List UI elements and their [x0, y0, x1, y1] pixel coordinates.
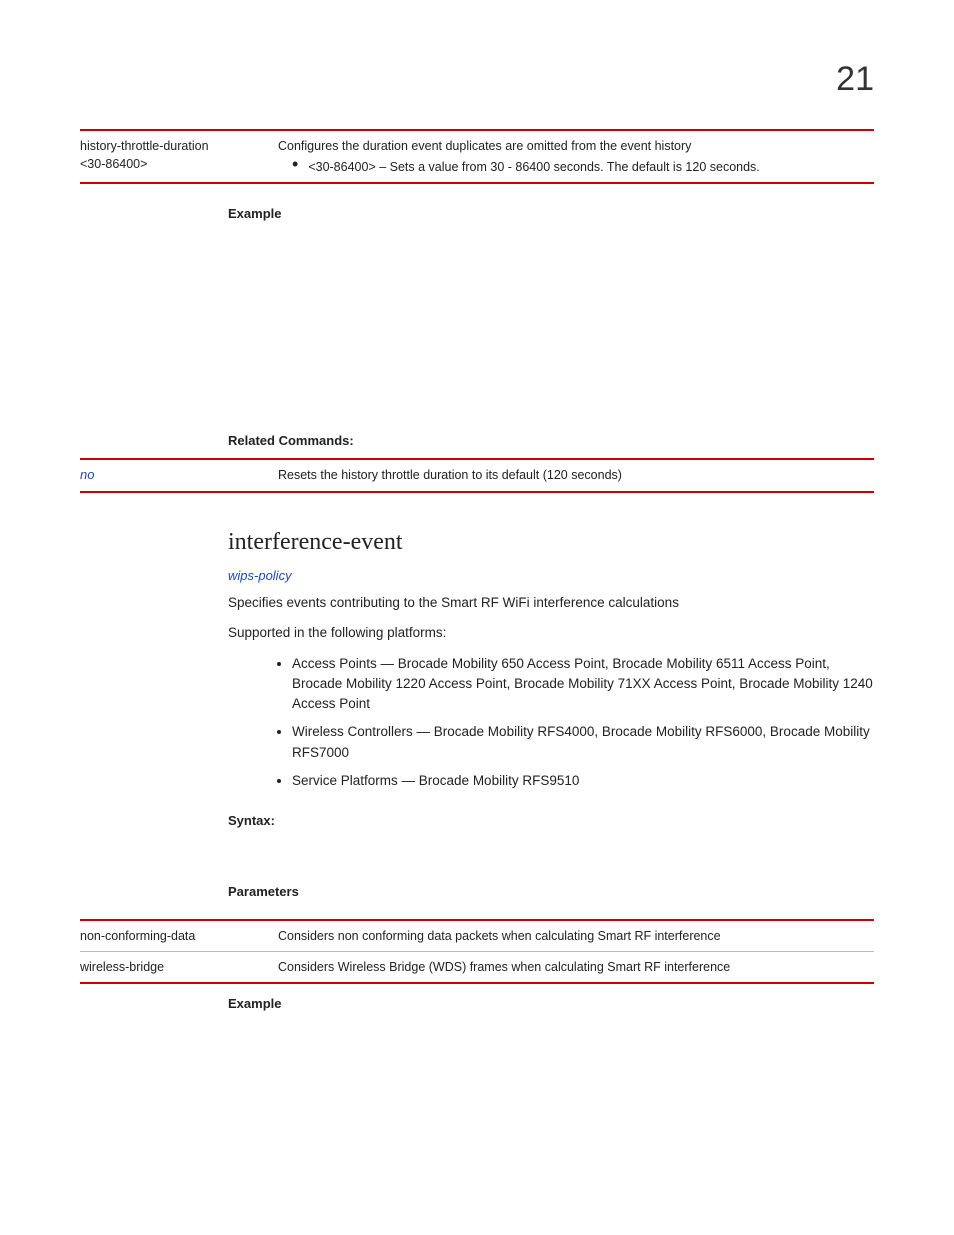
related-table-bottom-rule [80, 491, 874, 493]
param-desc-bullet-text: <30-86400> – Sets a value from 30 - 8640… [308, 158, 759, 176]
param-desc: Considers Wireless Bridge (WDS) frames w… [278, 952, 874, 982]
table-row: wireless-bridge Considers Wireless Bridg… [80, 952, 874, 982]
intro-paragraph: Specifies events contributing to the Sma… [228, 593, 874, 613]
supported-paragraph: Supported in the following platforms: [228, 623, 874, 643]
list-item: Service Platforms — Brocade Mobility RFS… [292, 771, 874, 791]
param-name-cell: history-throttle-duration <30-86400> [80, 131, 278, 182]
example-heading: Example [228, 206, 874, 221]
param-desc-bullet-row: • <30-86400> – Sets a value from 30 - 86… [292, 158, 866, 176]
param-name-line1: history-throttle-duration [80, 139, 209, 153]
param-desc: Considers non conforming data packets wh… [278, 921, 874, 951]
related-key-cell: no [80, 460, 278, 491]
param-key: wireless-bridge [80, 952, 278, 982]
related-commands-table: no Resets the history throttle duration … [80, 460, 874, 491]
example-section-2: Example [228, 996, 874, 1011]
example-heading-2: Example [228, 996, 874, 1011]
syntax-body-placeholder [228, 838, 874, 862]
list-item: Access Points — Brocade Mobility 650 Acc… [292, 654, 874, 715]
no-command-link[interactable]: no [80, 467, 94, 482]
platform-list: Access Points — Brocade Mobility 650 Acc… [228, 654, 874, 792]
param-desc-cell: Configures the duration event duplicates… [278, 131, 874, 182]
example-section: Example [228, 206, 874, 221]
interference-event-section: interference-event wips-policy Specifies… [228, 529, 874, 899]
wips-policy-link[interactable]: wips-policy [228, 568, 874, 583]
list-item: Wireless Controllers — Brocade Mobility … [292, 722, 874, 763]
param-key: non-conforming-data [80, 921, 278, 951]
parameters-table: non-conforming-data Considers non confor… [80, 921, 874, 982]
history-throttle-table: history-throttle-duration <30-86400> Con… [80, 131, 874, 182]
param-name-line2: <30-86400> [80, 157, 147, 171]
page-number: 21 [80, 60, 874, 99]
related-commands-heading: Related Commands: [228, 433, 874, 448]
section-title: interference-event [228, 529, 874, 556]
related-commands-section: Related Commands: [228, 433, 874, 448]
related-desc-cell: Resets the history throttle duration to … [278, 460, 874, 491]
example-body-placeholder [80, 231, 874, 411]
parameters-heading: Parameters [228, 884, 874, 899]
syntax-heading: Syntax: [228, 813, 874, 828]
page-container: 21 history-throttle-duration <30-86400> … [0, 0, 954, 1081]
params-table-bottom-rule [80, 982, 874, 984]
bullet-icon: • [292, 158, 298, 170]
table-row: non-conforming-data Considers non confor… [80, 921, 874, 951]
table-bottom-rule [80, 182, 874, 184]
table-row: no Resets the history throttle duration … [80, 460, 874, 491]
param-desc-line1: Configures the duration event duplicates… [278, 139, 691, 153]
table-row: history-throttle-duration <30-86400> Con… [80, 131, 874, 182]
